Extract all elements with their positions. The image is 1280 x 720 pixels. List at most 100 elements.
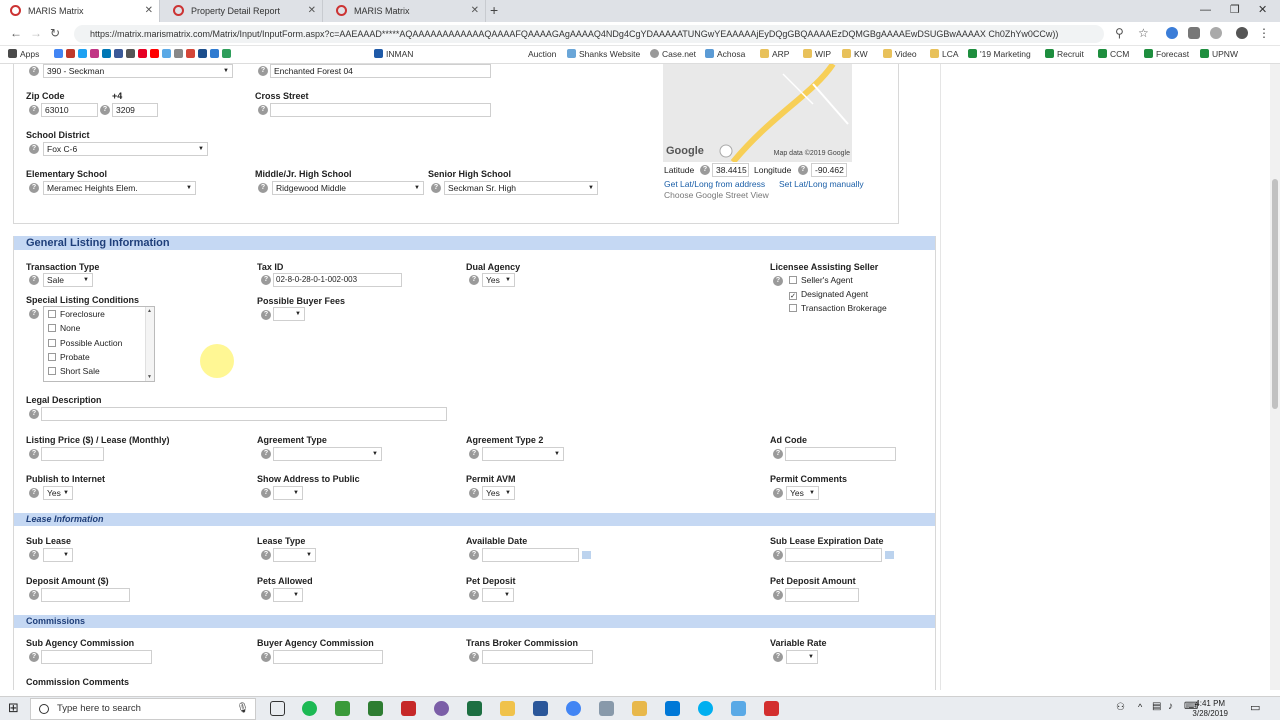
help-icon[interactable]: ?	[773, 652, 783, 662]
bookmark-19-marketing[interactable]: '19 Marketing	[968, 49, 1031, 59]
help-icon[interactable]: ?	[773, 276, 783, 286]
bookmark-auction[interactable]: Auction	[528, 49, 556, 59]
reload-icon[interactable]: ↻	[50, 26, 60, 40]
plus4-input[interactable]: 3209	[112, 103, 158, 117]
file-explorer-icon[interactable]	[632, 701, 647, 716]
agreement-type-select[interactable]: ▼	[273, 447, 382, 461]
help-icon[interactable]: ?	[29, 550, 39, 560]
checkbox-icon[interactable]	[789, 276, 797, 284]
subdivision-input[interactable]: Enchanted Forest 04	[270, 64, 491, 78]
help-icon[interactable]: ?	[29, 183, 39, 193]
set-lat-long-link[interactable]: Set Lat/Long manually	[779, 179, 864, 189]
elementary-school-select[interactable]: Meramec Heights Elem. ▼	[43, 181, 196, 195]
permit-comments-select[interactable]: Yes ▼	[786, 486, 819, 500]
tab-maris-matrix-2[interactable]: MARIS Matrix ✕	[326, 0, 486, 22]
pets-allowed-select[interactable]: ▼	[273, 588, 303, 602]
help-icon[interactable]: ?	[29, 590, 39, 600]
bookmark-icon-row[interactable]	[54, 49, 234, 59]
trans-broker-commission-input[interactable]	[482, 650, 593, 664]
app-icon[interactable]	[401, 701, 416, 716]
help-icon[interactable]: ?	[29, 488, 39, 498]
possible-auction-option[interactable]: Possible Auction	[48, 338, 122, 348]
help-icon[interactable]: ?	[258, 183, 268, 193]
help-icon[interactable]: ?	[469, 275, 479, 285]
senior-high-school-select[interactable]: Seckman Sr. High ▼	[444, 181, 598, 195]
spotify-icon[interactable]	[302, 701, 317, 716]
short-sale-option[interactable]: Short Sale	[48, 366, 100, 376]
new-tab-icon[interactable]: +	[490, 2, 498, 18]
tab-property-detail-report[interactable]: Property Detail Report ✕	[163, 0, 323, 22]
get-lat-long-link[interactable]: Get Lat/Long from address	[664, 179, 765, 189]
designated-agent-checkbox[interactable]: ✓ Designated Agent	[789, 289, 868, 300]
microphone-icon[interactable]: 🎙	[236, 699, 249, 719]
help-icon[interactable]: ?	[100, 105, 110, 115]
school-district-select[interactable]: Fox C-6 ▼	[43, 142, 208, 156]
help-icon[interactable]: ?	[773, 488, 783, 498]
chrome-menu-icon[interactable]: ⋮	[1258, 27, 1270, 39]
help-icon[interactable]: ?	[29, 105, 39, 115]
ad-code-input[interactable]	[785, 447, 896, 461]
possible-buyer-fees-select[interactable]: ▼	[273, 307, 305, 321]
available-date-input[interactable]	[482, 548, 579, 562]
agreement-type-2-select[interactable]: ▼	[482, 447, 564, 461]
bookmark-forecast[interactable]: Forecast	[1144, 49, 1189, 59]
help-icon[interactable]: ?	[261, 275, 271, 285]
chrome-icon[interactable]	[566, 701, 581, 716]
longitude-input[interactable]: -90.462	[811, 163, 847, 177]
extension-icon[interactable]	[1188, 27, 1200, 39]
street-view-link[interactable]: Choose Google Street View	[664, 190, 769, 200]
sub-lease-select[interactable]: ▼	[43, 548, 73, 562]
sub-lease-expiration-input[interactable]	[785, 548, 882, 562]
taskbar-clock[interactable]: 4:41 PM 3/28/2019	[1192, 699, 1228, 719]
probate-option[interactable]: Probate	[48, 352, 90, 362]
help-icon[interactable]: ?	[29, 409, 39, 419]
help-icon[interactable]: ?	[798, 165, 808, 175]
help-icon[interactable]: ?	[29, 309, 39, 319]
task-view-icon[interactable]	[270, 701, 285, 716]
bookmark-shanks-website[interactable]: Shanks Website	[567, 49, 640, 59]
profile-avatar-icon[interactable]	[1236, 27, 1248, 39]
app-icon[interactable]	[335, 701, 350, 716]
close-tab-icon[interactable]: ✕	[145, 0, 153, 22]
url-input[interactable]: https://matrix.marismatrix.com/Matrix/In…	[74, 25, 1104, 43]
help-icon[interactable]: ?	[261, 488, 271, 498]
checkbox-icon[interactable]	[789, 304, 797, 312]
checkmark-icon[interactable]: ✓	[789, 292, 797, 300]
network-icon[interactable]: ▤	[1152, 701, 1161, 712]
bookmark-wip[interactable]: WIP	[803, 49, 831, 59]
cross-street-input[interactable]	[270, 103, 491, 117]
middle-school-select[interactable]: Ridgewood Middle ▼	[272, 181, 424, 195]
bookmark-recruit[interactable]: Recruit	[1045, 49, 1084, 59]
calendar-icon[interactable]	[582, 551, 591, 559]
special-conditions-listbox[interactable]: Foreclosure None Possible Auction Probat…	[43, 306, 155, 382]
volume-icon[interactable]: ♪	[1168, 701, 1173, 712]
close-tab-icon[interactable]: ✕	[308, 0, 316, 22]
bookmark-inman[interactable]: INMAN	[374, 49, 413, 59]
bookmark-casenet[interactable]: Case.net	[650, 49, 696, 59]
buyer-agency-commission-input[interactable]	[273, 650, 383, 664]
area-select[interactable]: 390 - Seckman ▼	[43, 64, 233, 78]
help-icon[interactable]: ?	[773, 550, 783, 560]
tax-id-input[interactable]: 02-8-0-28-0-1-002-003	[273, 273, 402, 287]
page-scrollbar[interactable]	[1270, 64, 1280, 690]
app-icon[interactable]	[764, 701, 779, 716]
help-icon[interactable]: ?	[261, 550, 271, 560]
scrollbar-thumb[interactable]	[1272, 179, 1278, 409]
help-icon[interactable]: ?	[29, 652, 39, 662]
app-icon[interactable]	[599, 701, 614, 716]
foreclosure-option[interactable]: Foreclosure	[48, 309, 105, 319]
help-icon[interactable]: ?	[261, 310, 271, 320]
zoom-icon[interactable]: ⚲	[1115, 26, 1124, 40]
word-icon[interactable]	[533, 701, 548, 716]
google-map[interactable]: Google Map data ©2019 Google	[663, 64, 852, 162]
app-icon[interactable]	[434, 701, 449, 716]
calendar-icon[interactable]	[885, 551, 894, 559]
help-icon[interactable]: ?	[469, 488, 479, 498]
legal-description-input[interactable]	[41, 407, 447, 421]
bookmark-achosa[interactable]: Achosa	[705, 49, 745, 59]
tray-arrow-icon[interactable]: ^	[1138, 702, 1142, 712]
help-icon[interactable]: ?	[261, 449, 271, 459]
bookmark-kw[interactable]: KW	[842, 49, 868, 59]
help-icon[interactable]: ?	[431, 183, 441, 193]
close-tab-icon[interactable]: ✕	[471, 0, 479, 22]
